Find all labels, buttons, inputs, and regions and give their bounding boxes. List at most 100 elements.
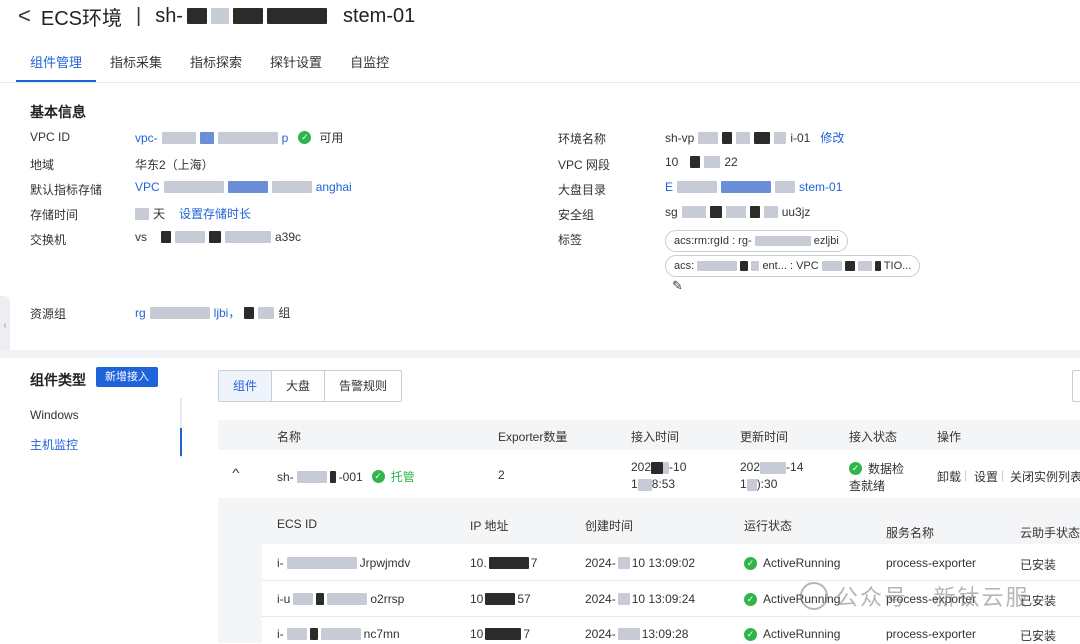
sidebar-item-windows[interactable]: Windows — [30, 408, 79, 422]
instance-table-header — [262, 500, 1080, 544]
tab-self-monitoring[interactable]: 自监控 — [336, 48, 403, 82]
resource-group-link[interactable]: rg — [135, 306, 146, 320]
redaction — [271, 181, 312, 193]
dashboard-dir-link[interactable]: E — [665, 180, 673, 194]
redaction — [754, 131, 771, 144]
update-time-a: 202 — [740, 460, 761, 474]
redaction — [186, 8, 207, 24]
run-state-text: ActiveRunning — [763, 556, 841, 570]
security-group-prefix: sg — [665, 205, 678, 219]
redaction — [175, 231, 205, 243]
tag-pill-rgid: acs:rm:rgId : rg- ezljbi — [665, 230, 848, 252]
close-instance-list-link[interactable]: 关闭实例列表 — [1010, 468, 1080, 485]
set-retention-link[interactable]: 设置存储时长 — [179, 205, 251, 222]
redaction — [857, 261, 872, 272]
redaction — [774, 131, 787, 144]
tag2-value: TIO... — [883, 260, 912, 272]
collapse-row-icon[interactable]: ^ — [232, 466, 239, 480]
tab-metric-collection[interactable]: 指标采集 — [96, 48, 176, 82]
section-title-basic: 基本信息 — [30, 104, 86, 120]
search-box-edge[interactable] — [1072, 370, 1080, 402]
created-time: 2024- 13:09:28 — [585, 627, 688, 641]
add-access-button[interactable]: 新增接入 — [96, 367, 158, 387]
access-time-date: 202 -10 — [631, 460, 686, 474]
value-vswitch: vs a39c — [135, 230, 301, 244]
ip-b: 7 — [523, 627, 531, 641]
label-tags: 标签 — [558, 233, 583, 247]
ip-b: 7 — [530, 556, 538, 570]
redaction — [227, 181, 268, 193]
tag2-mid: ent... : VPC — [762, 260, 819, 272]
redaction — [293, 593, 314, 605]
redaction — [617, 557, 630, 569]
storage-tail: anghai — [315, 180, 352, 194]
retention-days: 天 — [153, 207, 166, 221]
redaction — [746, 478, 757, 491]
edit-env-name-link[interactable]: 修改 — [820, 129, 844, 146]
time-a: 2024- — [585, 627, 616, 641]
settings-link[interactable]: 设置 — [974, 468, 998, 485]
update-time-c: 1 — [740, 477, 747, 491]
collapse-handle-icon[interactable]: ‹ — [0, 296, 10, 356]
ecs-id: i- Jrpwjmdv — [277, 556, 410, 570]
storage-link[interactable]: VPC — [135, 180, 160, 194]
label-dashboard-dir: 大盘目录 — [558, 183, 607, 197]
edit-tags-icon[interactable]: ✎ — [672, 278, 683, 294]
segment-dashboards[interactable]: 大盘 — [272, 371, 326, 401]
redaction — [320, 628, 361, 640]
redaction — [485, 628, 522, 640]
access-time-a: 202 — [631, 460, 652, 474]
tab-metric-explore[interactable]: 指标探索 — [176, 48, 256, 82]
value-vpc-cidr: 10 22 — [665, 155, 738, 169]
tag1-key: acs:rm:rgId : rg- — [674, 235, 752, 247]
watermark-text: 公众号 · 新钛云服 — [836, 585, 1030, 610]
redaction — [149, 306, 210, 319]
resource-group-mid: ljbi， — [213, 306, 241, 320]
sidebar-active-indicator — [180, 428, 182, 456]
redaction — [763, 206, 778, 218]
label-vpc-cidr: VPC 网段 — [558, 158, 611, 172]
value-retention: 天 设置存储时长 — [135, 205, 251, 222]
vpc-cidr-prefix: 10 — [665, 155, 679, 169]
access-time-clock: 1 8:53 — [631, 477, 675, 491]
running-check-icon: ✓ — [744, 556, 757, 570]
section-title-component-type: 组件类型 — [30, 372, 86, 388]
redaction — [209, 231, 221, 243]
service-name: process-exporter — [886, 556, 977, 570]
segment-components[interactable]: 组件 — [219, 371, 273, 401]
redaction — [722, 131, 733, 144]
dashboard-dir-tail: stem-01 — [799, 180, 843, 194]
env-name-tail: i-01 — [790, 130, 811, 145]
col-assistant-state: 云助手状态 — [1020, 526, 1080, 540]
sidebar-item-host-monitor[interactable]: 主机监控 — [30, 436, 78, 453]
redaction — [677, 181, 718, 193]
value-region: 华东2（上海） — [135, 158, 214, 172]
title-text: ECS环境 — [40, 7, 122, 30]
value-dashboard-dir: E stem-01 — [665, 180, 842, 194]
ip-b: 57 — [517, 592, 531, 606]
vpc-id-link[interactable]: vpc- — [135, 131, 158, 145]
tag2-key: acs: — [674, 260, 695, 272]
redaction — [874, 261, 881, 272]
uninstall-link[interactable]: 卸载 — [937, 468, 961, 485]
back-icon[interactable]: < — [18, 3, 31, 29]
value-security-group: sg uu3jz — [665, 205, 810, 219]
tab-probe-settings[interactable]: 探针设置 — [256, 48, 336, 82]
tag1-value: ezljbi — [813, 235, 839, 247]
ecs-id-b: Jrpwjmdv — [359, 556, 411, 570]
col-exporter-count: Exporter数量 — [498, 430, 568, 444]
segment-alert-rules[interactable]: 告警规则 — [325, 371, 401, 401]
tab-component-management[interactable]: 组件管理 — [16, 48, 97, 82]
redaction — [161, 231, 171, 243]
time-b: 10 13:09:02 — [631, 556, 696, 570]
component-name-tail: -001 — [338, 469, 363, 484]
tabs-divider — [0, 82, 1080, 83]
redaction — [244, 306, 255, 319]
status-check-icon: ✓ — [849, 462, 862, 475]
redaction — [651, 461, 664, 474]
redaction — [210, 8, 229, 24]
redaction — [690, 156, 701, 168]
assistant-state: 已安装 — [1020, 558, 1057, 572]
redaction — [266, 8, 327, 24]
redaction — [225, 231, 271, 243]
